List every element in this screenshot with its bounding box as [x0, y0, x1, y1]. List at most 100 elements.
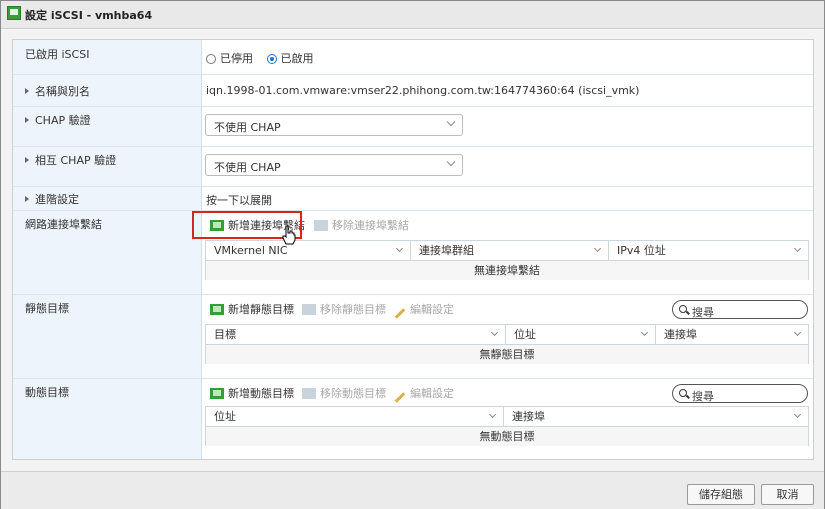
row-label-mutual-chap-text: 相互 CHAP 驗證 — [35, 154, 117, 167]
save-configuration-button[interactable]: 儲存組態 — [687, 484, 755, 505]
column-port[interactable]: 連接埠 — [656, 325, 808, 344]
radio-disabled[interactable]: 已停用 — [206, 52, 253, 65]
column-port-group[interactable]: 連接埠群組 — [411, 241, 609, 260]
pencil-icon — [394, 392, 406, 403]
chap-select[interactable]: 不使用 CHAP — [205, 114, 463, 136]
dialog-title: 設定 iSCSI - vmhba64 — [25, 9, 153, 22]
dynamic-targets-search-input[interactable]: 搜尋 — [672, 384, 808, 403]
row-label-static-targets: 靜態目標 — [25, 302, 69, 315]
row-label-chap-text: CHAP 驗證 — [35, 114, 91, 127]
expand-triangle-icon[interactable] — [25, 117, 29, 123]
hand-cursor-icon — [282, 225, 296, 245]
chevron-down-icon[interactable] — [793, 244, 802, 253]
chap-select-value: 不使用 CHAP — [214, 121, 281, 134]
row-label-advanced-text: 進階設定 — [35, 193, 79, 206]
expand-triangle-icon[interactable] — [25, 88, 29, 94]
chevron-down-icon[interactable] — [395, 244, 404, 253]
cancel-button[interactable]: 取消 — [761, 484, 814, 505]
column-label: IPv4 位址 — [617, 244, 666, 257]
row-label-enabled: 已啟用 iSCSI — [25, 48, 90, 61]
expand-triangle-icon[interactable] — [25, 196, 29, 202]
remove-dynamic-target-label: 移除動態目標 — [320, 387, 386, 400]
chevron-down-icon[interactable] — [793, 410, 802, 419]
static-targets-grid-header: 目標 位址 連接埠 — [206, 325, 808, 345]
row-label-chap[interactable]: CHAP 驗證 — [25, 112, 91, 128]
column-address[interactable]: 位址 — [506, 325, 656, 344]
row-label-mutual-chap[interactable]: 相互 CHAP 驗證 — [25, 152, 116, 168]
row-label-name[interactable]: 名稱與別名 — [25, 83, 90, 99]
chevron-down-icon[interactable] — [640, 328, 649, 337]
add-static-target-button[interactable]: 新增靜態目標 — [210, 300, 294, 320]
column-ipv4-address[interactable]: IPv4 位址 — [609, 241, 808, 260]
add-static-target-label: 新增靜態目標 — [228, 303, 294, 316]
iscsi-icon — [7, 6, 21, 20]
target-add-icon — [210, 388, 224, 399]
advanced-expand-link[interactable]: 按一下以展開 — [206, 192, 272, 208]
radio-disabled-circle[interactable] — [206, 54, 216, 64]
chevron-down-icon[interactable] — [793, 328, 802, 337]
column-label: VMkernel NIC — [214, 244, 288, 257]
target-add-icon — [210, 304, 224, 315]
remove-dynamic-target-button[interactable]: 移除動態目標 — [302, 384, 386, 404]
target-remove-icon — [302, 388, 316, 399]
remove-port-binding-label: 移除連接埠繫結 — [332, 219, 409, 232]
radio-enabled-label: 已啟用 — [280, 52, 314, 65]
chevron-down-icon[interactable] — [488, 410, 497, 419]
dialog-footer: 儲存組態 取消 — [1, 471, 824, 509]
row-mutual-chap: 相互 CHAP 驗證 不使用 CHAP — [13, 146, 813, 187]
row-static-targets: 靜態目標 新增靜態目標 移除靜態目標 編輯設定 搜尋 目標 位址 連接埠 無靜態… — [13, 294, 813, 379]
row-name-alias: 名稱與別名 iqn.1998-01.com.vmware:vmser22.phi… — [13, 74, 813, 107]
mutual-chap-select[interactable]: 不使用 CHAP — [205, 154, 463, 176]
chevron-down-icon[interactable] — [593, 244, 602, 253]
remove-static-target-button[interactable]: 移除靜態目標 — [302, 300, 386, 320]
radio-disabled-label: 已停用 — [220, 52, 253, 65]
port-binding-empty: 無連接埠繫結 — [206, 261, 808, 280]
search-icon — [679, 305, 687, 313]
chevron-down-icon[interactable] — [490, 328, 499, 337]
network-remove-icon — [314, 220, 328, 231]
edit-static-target-button[interactable]: 編輯設定 — [394, 300, 454, 320]
search-placeholder: 搜尋 — [692, 390, 714, 403]
column-address[interactable]: 位址 — [206, 407, 504, 426]
dynamic-targets-grid: 位址 連接埠 無動態目標 — [205, 406, 809, 446]
column-label: 連接埠 — [664, 328, 697, 341]
remove-port-binding-button[interactable]: 移除連接埠繫結 — [314, 216, 409, 236]
column-vmkernel-nic[interactable]: VMkernel NIC — [206, 241, 411, 260]
add-dynamic-target-button[interactable]: 新增動態目標 — [210, 384, 294, 404]
row-port-binding: 網路連接埠繫結 新增連接埠繫結 移除連接埠繫結 VMkernel NIC 連接埠… — [13, 210, 813, 295]
row-label-name-text: 名稱與別名 — [35, 85, 90, 98]
radio-enabled[interactable]: 已啟用 — [266, 52, 314, 65]
column-target[interactable]: 目標 — [206, 325, 506, 344]
edit-dynamic-target-button[interactable]: 編輯設定 — [394, 384, 454, 404]
add-dynamic-target-label: 新增動態目標 — [228, 387, 294, 400]
row-iscsi-enabled: 已啟用 iSCSI 已停用 已啟用 — [13, 40, 813, 75]
search-placeholder: 搜尋 — [692, 306, 714, 319]
dynamic-targets-grid-header: 位址 連接埠 — [206, 407, 808, 427]
static-targets-empty: 無靜態目標 — [206, 345, 808, 364]
port-binding-grid: VMkernel NIC 連接埠群組 IPv4 位址 無連接埠繫結 — [205, 240, 809, 280]
column-label: 位址 — [214, 410, 236, 423]
radio-enabled-circle[interactable] — [266, 54, 277, 64]
static-targets-search-input[interactable]: 搜尋 — [672, 300, 808, 319]
enabled-radio-group: 已停用 已啟用 — [206, 50, 314, 66]
row-dynamic-targets: 動態目標 新增動態目標 移除動態目標 編輯設定 搜尋 位址 連接埠 無動態目標 — [13, 378, 813, 459]
row-label-advanced[interactable]: 進階設定 — [25, 191, 79, 207]
expand-triangle-icon[interactable] — [25, 157, 29, 163]
chevron-down-icon — [446, 157, 456, 167]
search-icon — [679, 389, 687, 397]
edit-static-target-label: 編輯設定 — [410, 303, 454, 316]
dynamic-targets-empty: 無動態目標 — [206, 427, 808, 446]
mutual-chap-select-value: 不使用 CHAP — [214, 161, 281, 174]
row-chap: CHAP 驗證 不使用 CHAP — [13, 106, 813, 147]
edit-dynamic-target-label: 編輯設定 — [410, 387, 454, 400]
title-bar[interactable]: 設定 iSCSI - vmhba64 — [1, 1, 824, 29]
row-advanced: 進階設定 按一下以展開 — [13, 186, 813, 211]
iqn-value: iqn.1998-01.com.vmware:vmser22.phihong.c… — [206, 84, 640, 97]
target-remove-icon — [302, 304, 316, 315]
column-port[interactable]: 連接埠 — [504, 407, 808, 426]
column-label: 連接埠 — [512, 410, 545, 423]
settings-panel: 已啟用 iSCSI 已停用 已啟用 名稱與別名 iqn.1998-01.com.… — [12, 39, 814, 460]
pencil-icon — [394, 308, 406, 319]
column-label: 目標 — [214, 328, 236, 341]
remove-static-target-label: 移除靜態目標 — [320, 303, 386, 316]
